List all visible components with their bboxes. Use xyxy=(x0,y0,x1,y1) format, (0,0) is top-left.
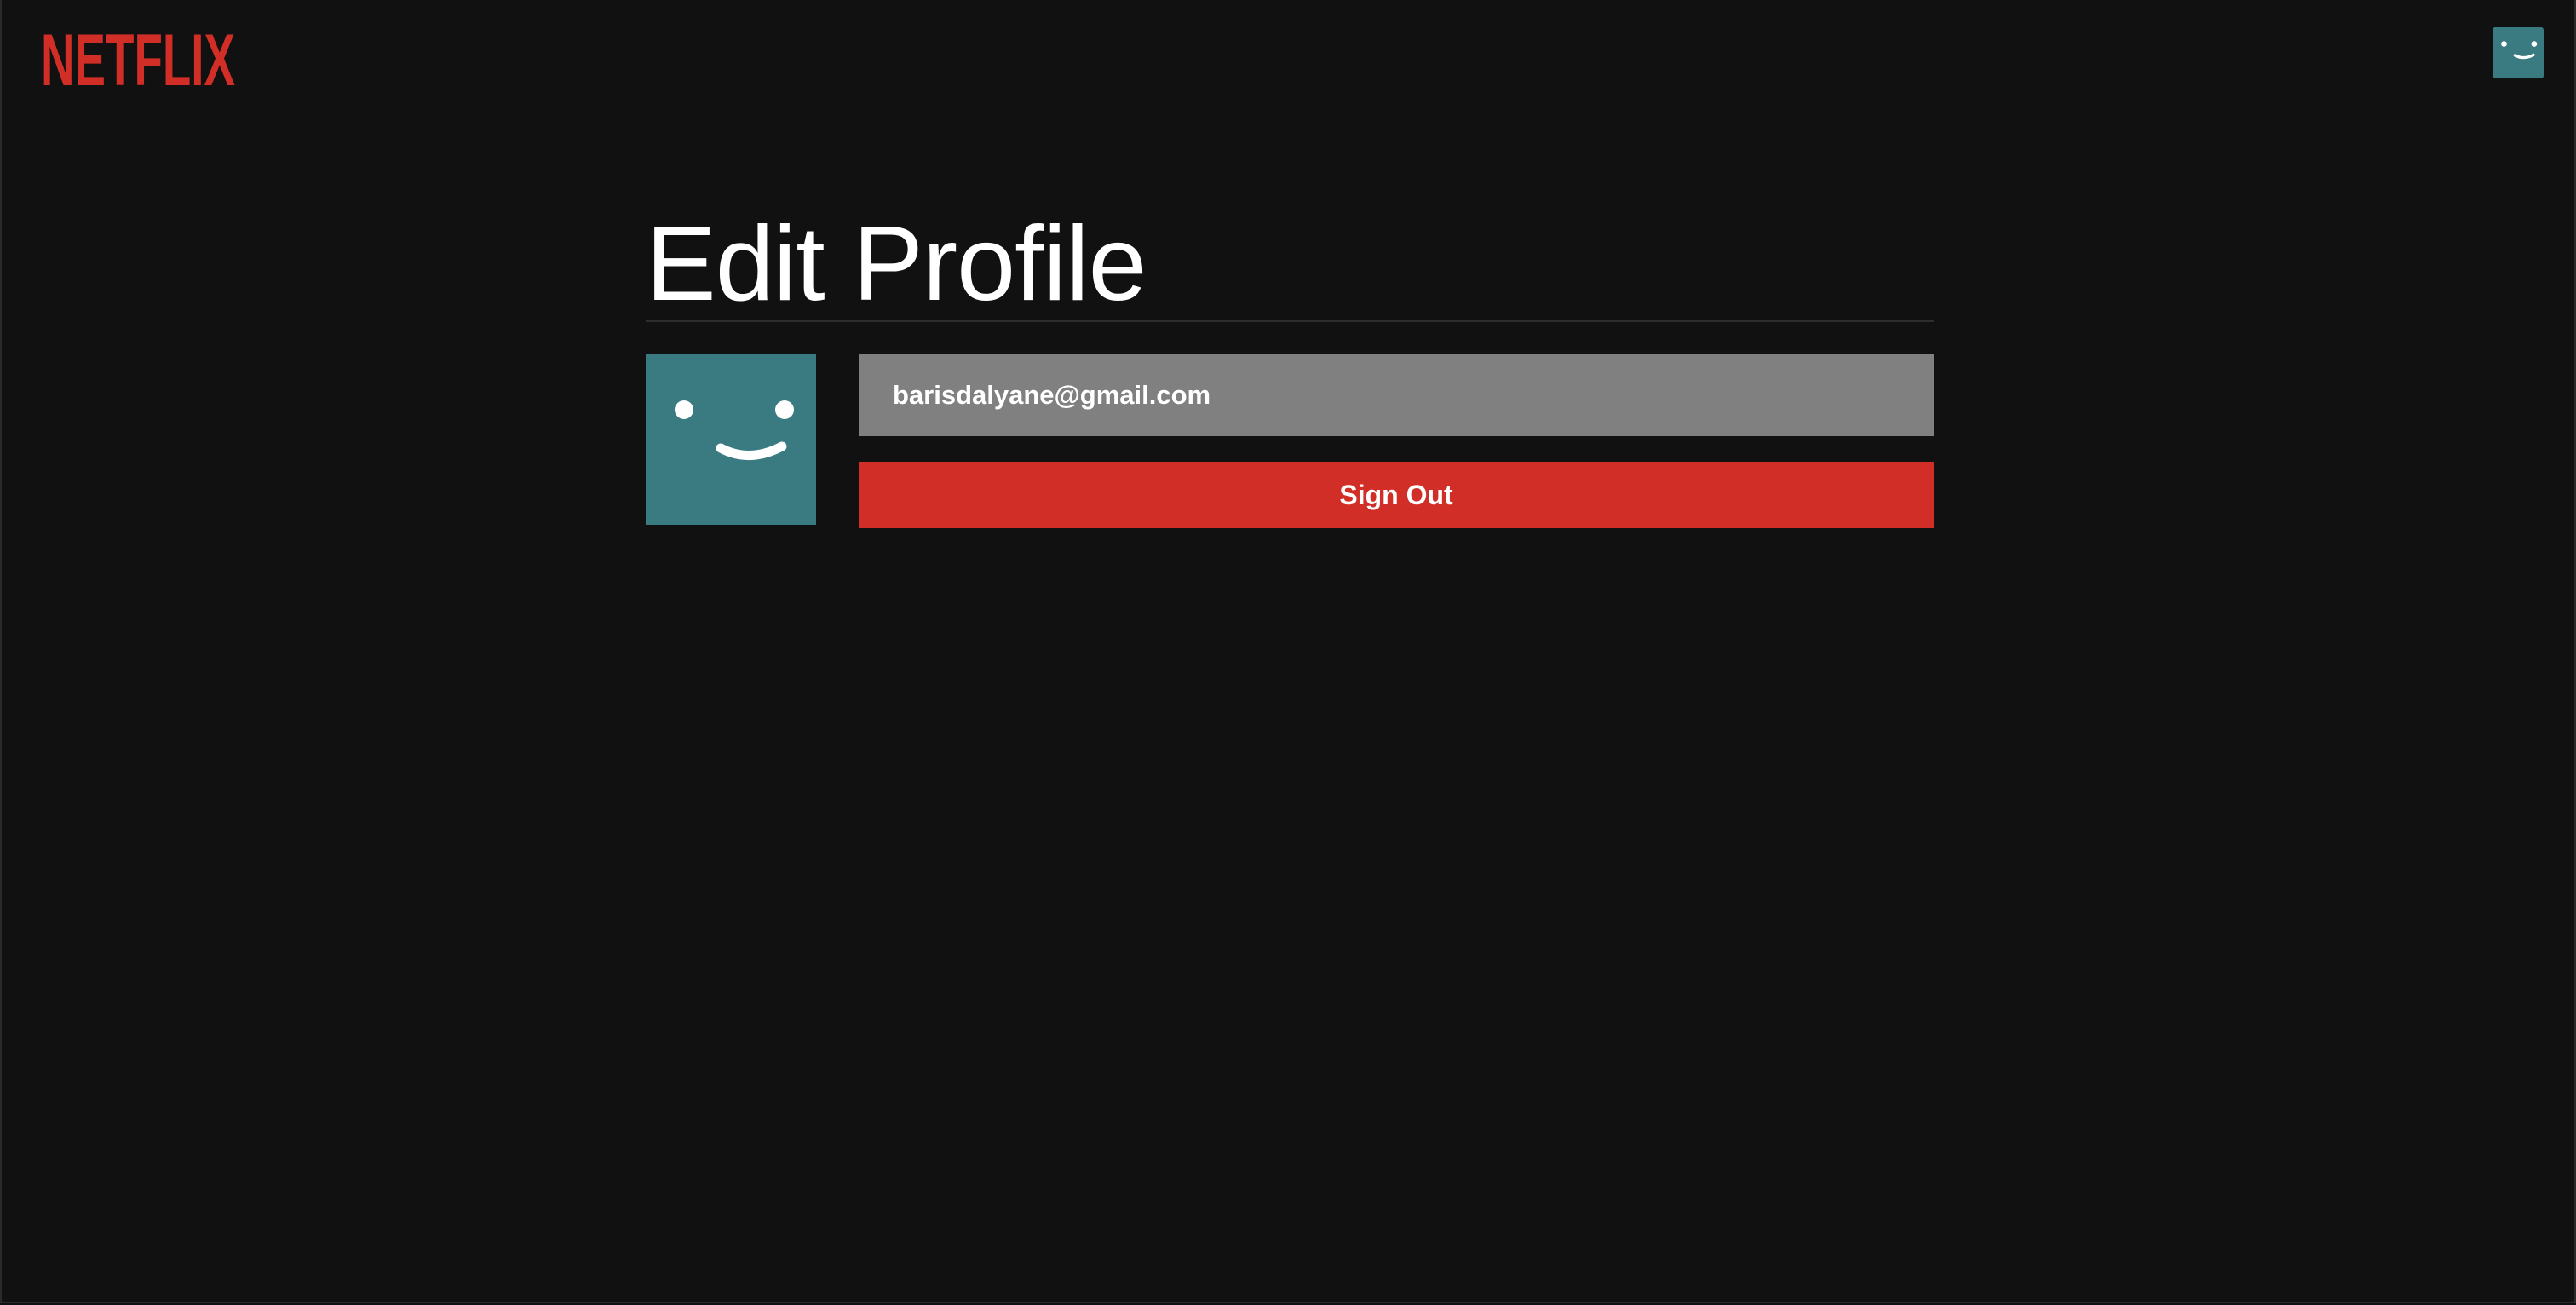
profile-details: barisdalyane@gmail.com Sign Out xyxy=(859,354,1934,528)
nav-profile-avatar[interactable] xyxy=(2493,27,2544,78)
top-nav: NETFLIX xyxy=(2,0,2576,128)
smiley-face-icon xyxy=(675,400,794,460)
netflix-logo[interactable]: NETFLIX xyxy=(39,29,237,90)
profile-avatar[interactable] xyxy=(646,354,816,525)
email-field: barisdalyane@gmail.com xyxy=(859,354,1934,436)
sign-out-button[interactable]: Sign Out xyxy=(859,462,1934,528)
app-window: NETFLIX Edit Profile barisdalyane@gmail. xyxy=(0,0,2576,1303)
logo-wordmark: NETFLIX xyxy=(41,29,235,90)
smiley-face-icon xyxy=(2501,41,2538,60)
profile-row: barisdalyane@gmail.com Sign Out xyxy=(646,354,1934,533)
edit-profile-section: Edit Profile barisdalyane@gmail.com Sign… xyxy=(646,204,1934,533)
page-title: Edit Profile xyxy=(646,205,1147,323)
